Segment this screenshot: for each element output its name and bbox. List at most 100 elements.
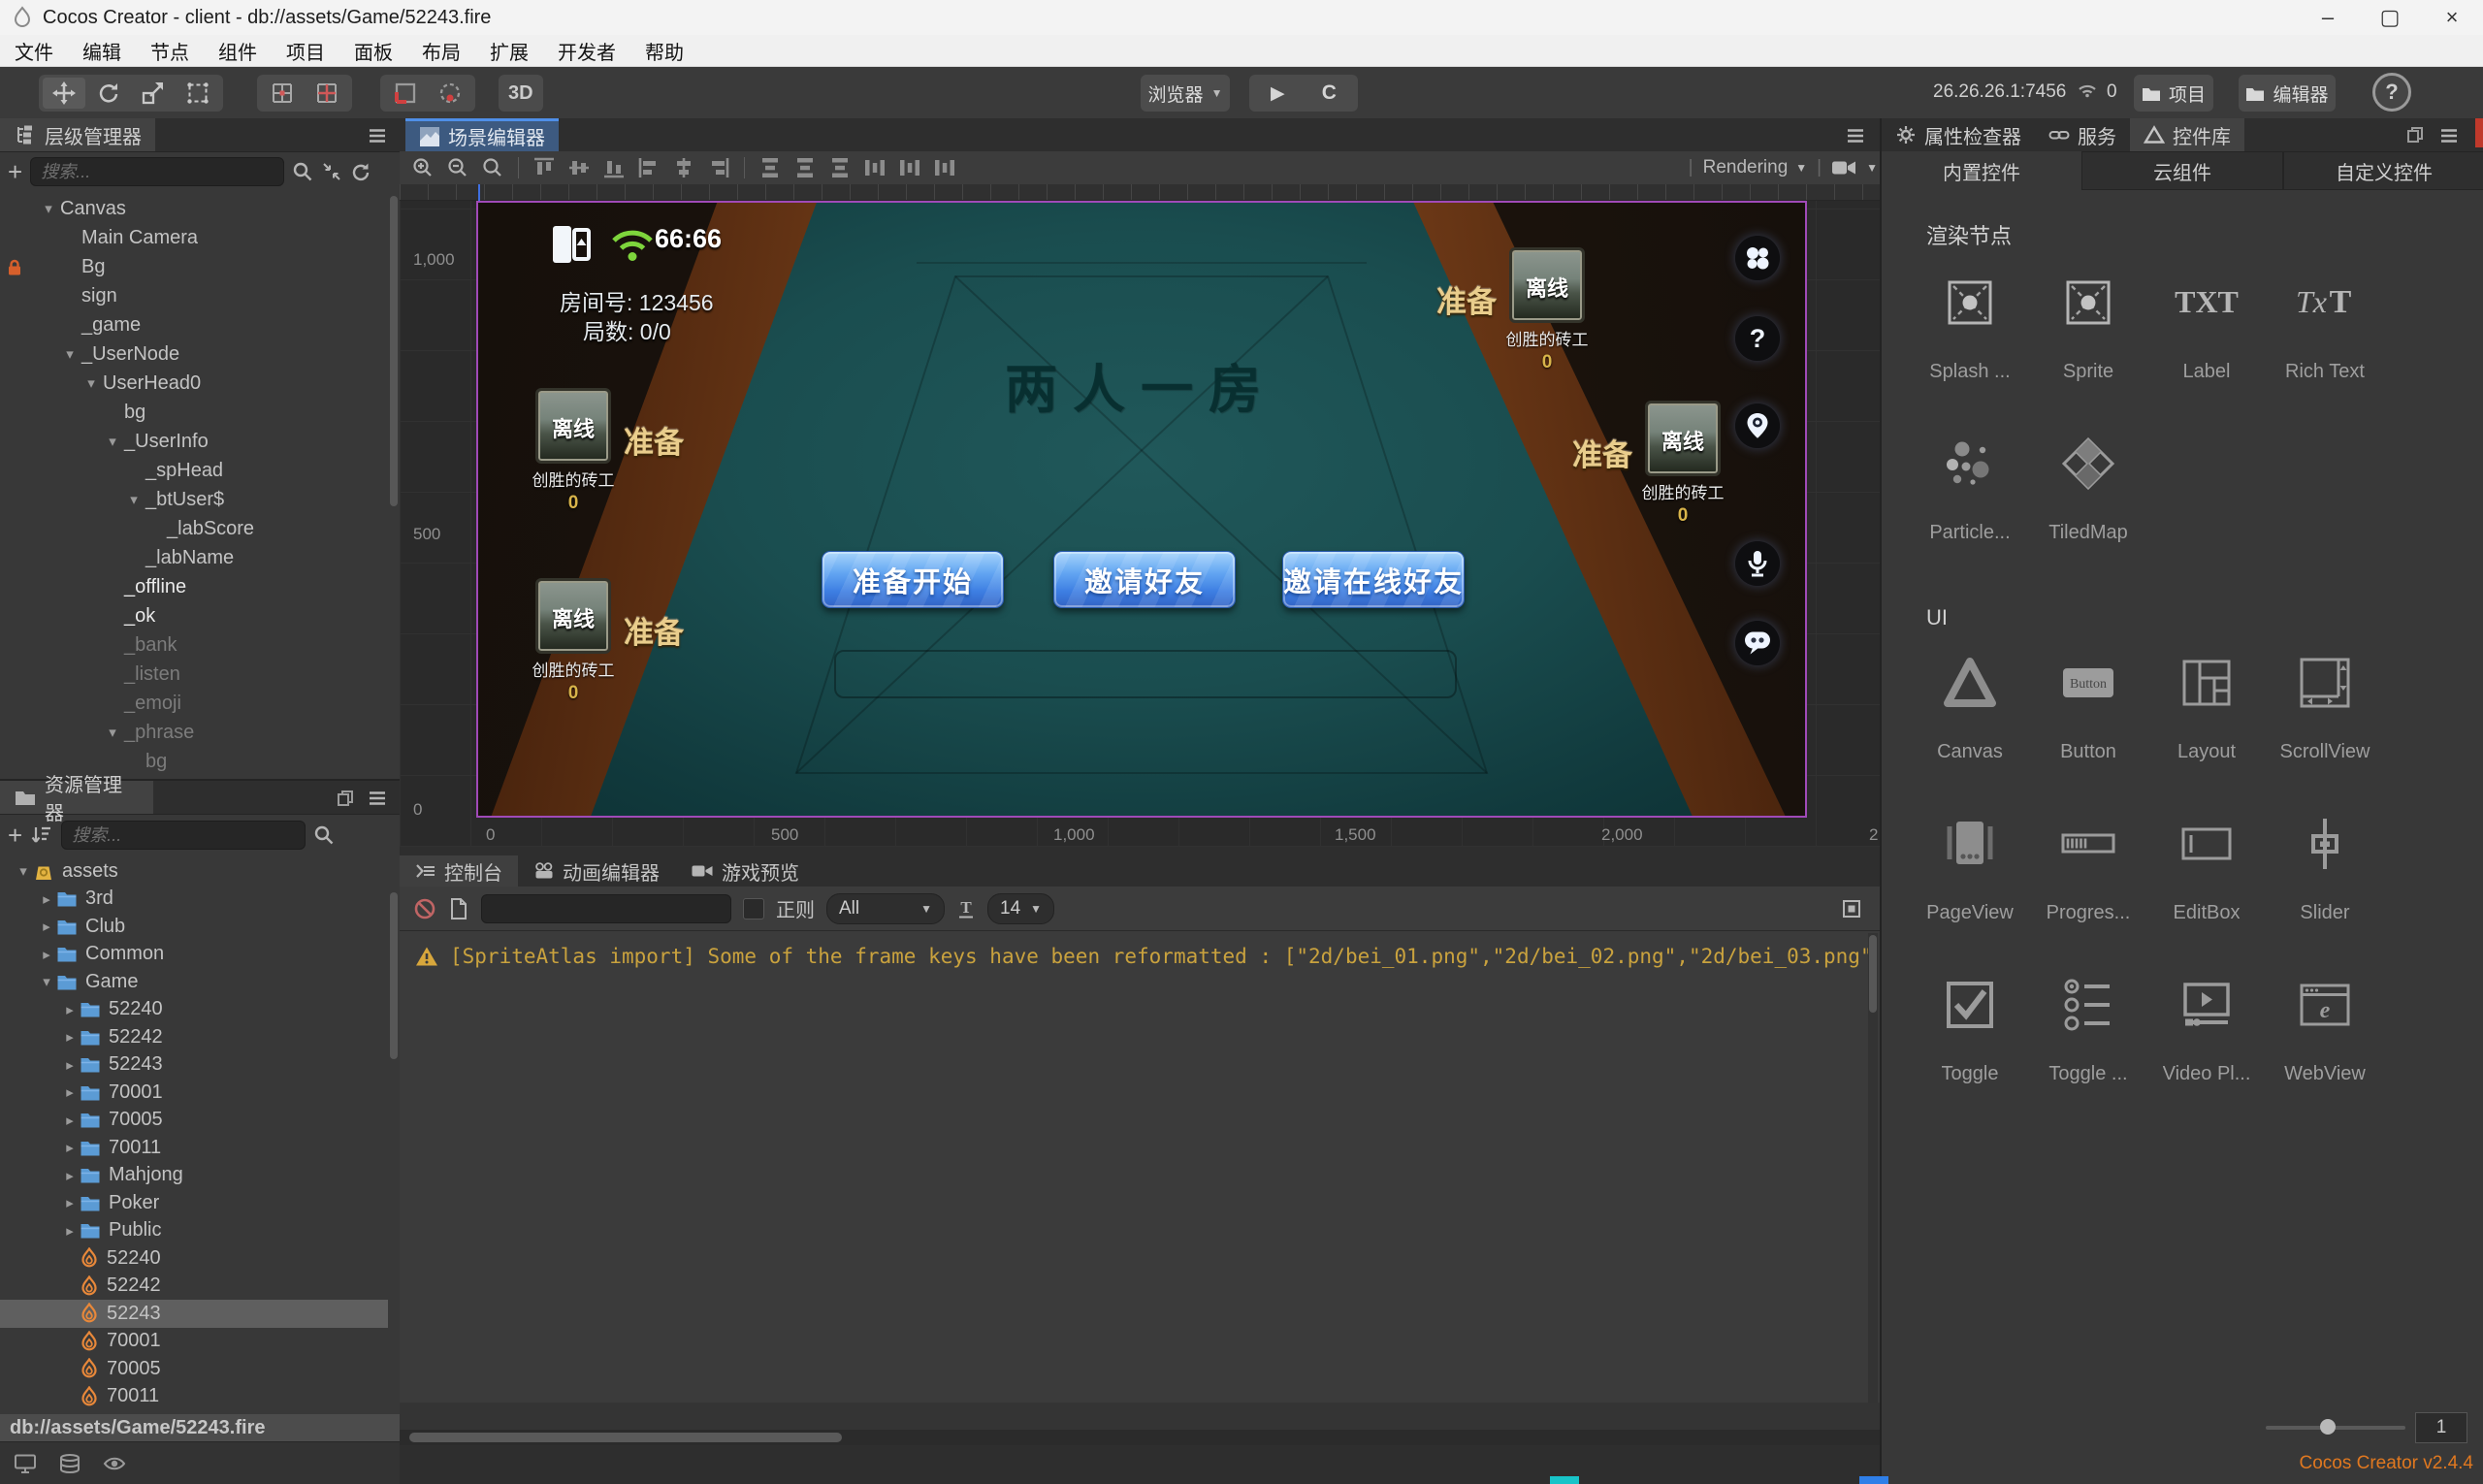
expand-arrow-icon[interactable]: ▾ [124,491,144,508]
tab-hierarchy[interactable]: 层级管理器 [0,118,155,151]
expand-arrow-icon[interactable]: ▾ [103,724,122,741]
microphone-icon[interactable] [1735,541,1780,586]
tab-assets[interactable]: 资源管理器 [0,781,153,814]
asset-item-52242[interactable]: ▸52242 [0,1023,388,1051]
hierarchy-node-_emoji[interactable]: _emoji [0,689,388,718]
anchor-mode-button[interactable] [306,78,348,109]
asset-item-70011[interactable]: 70011 [0,1383,388,1411]
icon-size-slider[interactable] [2266,1426,2405,1430]
open-log-icon[interactable] [448,897,469,920]
clear-console-icon[interactable] [413,897,436,920]
widget-webview[interactable]: eWebView [2266,956,2384,1117]
scene-viewport[interactable]: 使用鼠标右键平移视窗焦点，使用滚轮缩放视图 05001,0001,5002,00… [400,184,1880,847]
panel-clone-icon[interactable] [2405,125,2425,146]
cache-icon[interactable] [58,1453,81,1474]
game-menu-icon[interactable] [1735,236,1780,280]
global-gizmo-button[interactable] [429,78,471,109]
expand-arrow-icon[interactable]: ▾ [60,345,80,363]
move-tool-button[interactable] [43,78,85,109]
hierarchy-node-bg[interactable]: bg [0,398,388,427]
widget-layout[interactable]: Layout [2147,634,2266,795]
asset-item-52243[interactable]: ▸52243 [0,1051,388,1080]
expand-arrow-icon[interactable]: ▸ [37,890,56,908]
player-avatar[interactable]: 离线 [538,581,608,651]
menu-item-6[interactable]: 面板 [339,35,407,66]
widget-toggle[interactable]: Toggle [1911,956,2029,1117]
console-scrollbar[interactable] [1868,933,1878,1403]
asset-item-52240[interactable]: ▸52240 [0,996,388,1024]
maximize-button[interactable]: ▢ [2359,0,2421,35]
refresh-icon[interactable] [350,161,371,182]
widget-particle[interactable]: Particle... [1911,415,2029,576]
align-middle-icon[interactable] [564,155,595,180]
help-button[interactable]: ? [2372,73,2411,112]
chevron-down-icon[interactable]: ▼ [1866,161,1878,175]
hierarchy-node-_labScore[interactable]: _labScore [0,514,388,543]
expand-arrow-icon[interactable]: ▸ [60,1083,80,1101]
widget-richtext[interactable]: TxTRich Text [2266,254,2384,415]
assets-clone-icon[interactable] [336,789,355,808]
visibility-icon[interactable] [103,1454,126,1473]
expand-arrow-icon[interactable]: ▾ [103,433,122,450]
expand-arrow-icon[interactable]: ▸ [60,1167,80,1184]
tab-services[interactable]: 服务 [2035,118,2130,151]
preview-target-dropdown[interactable]: 浏览器▼ [1141,75,1230,112]
asset-item-70011[interactable]: ▸70011 [0,1134,388,1162]
hierarchy-node-_spHead[interactable]: _spHead [0,456,388,485]
device-icon[interactable] [14,1453,37,1474]
hierarchy-node-_offline[interactable]: _offline [0,572,388,601]
expand-arrow-icon[interactable]: ▾ [39,200,58,217]
asset-item-70005[interactable]: ▸70005 [0,1107,388,1135]
hierarchy-node-Bg[interactable]: Bg [0,252,388,281]
console-warning-row[interactable]: [SpriteAtlas import] Some of the frame k… [400,931,1880,968]
hierarchy-node-_listen[interactable]: _listen [0,660,388,689]
asset-item-52240[interactable]: 52240 [0,1244,388,1273]
widget-progres[interactable]: Progres... [2029,795,2147,956]
expand-arrow-icon[interactable]: ▸ [60,1112,80,1129]
widget-scrollview[interactable]: ScrollView [2266,634,2384,795]
open-project-button[interactable]: 项目 [2134,75,2213,112]
widget-sprite[interactable]: Sprite [2029,254,2147,415]
horizontal-scrollbar[interactable] [400,1430,1880,1445]
asset-item-52242[interactable]: 52242 [0,1273,388,1301]
asset-item-Club[interactable]: ▸Club [0,913,388,941]
expand-arrow-icon[interactable]: ▸ [60,1222,80,1240]
asset-item-Common[interactable]: ▸Common [0,941,388,969]
ready-start-button[interactable]: 准备开始 [822,551,1004,608]
asset-item-Game[interactable]: ▾Game [0,968,388,996]
asset-item-52243[interactable]: 52243 [0,1300,388,1328]
chat-icon[interactable] [1735,621,1780,665]
menu-item-2[interactable]: 编辑 [68,35,136,66]
hierarchy-node-sign[interactable]: sign [0,281,388,310]
expand-arrow-icon[interactable]: ▸ [60,1001,80,1018]
expand-arrow-icon[interactable]: ▾ [81,374,101,392]
console-detach-icon[interactable] [1841,898,1862,919]
scale-tool-button[interactable] [132,78,175,109]
scene-panel-menu-icon[interactable] [1845,125,1866,146]
rendering-mode-dropdown[interactable]: Rendering▼ [1703,157,1808,178]
widget-tiledmap[interactable]: TiledMap [2029,415,2147,576]
menu-item-7[interactable]: 布局 [407,35,475,66]
player-avatar[interactable]: 离线 [538,391,608,461]
asset-item-Public[interactable]: ▸Public [0,1217,388,1245]
player-avatar[interactable]: 离线 [1512,250,1582,320]
widget-editbox[interactable]: EditBox [2147,795,2266,956]
subtab-builtin[interactable]: 内置控件 [1882,151,2081,190]
distribute-center-icon[interactable] [894,155,925,180]
expand-arrow-icon[interactable]: ▸ [60,1139,80,1156]
align-center-icon[interactable] [668,155,699,180]
assets-search-input[interactable] [61,821,306,850]
hierarchy-node-_bank[interactable]: _bank [0,630,388,660]
widget-canvas[interactable]: Canvas [1911,634,2029,795]
asset-item-70001[interactable]: 70001 [0,1328,388,1356]
distribute-left-icon[interactable] [859,155,890,180]
add-node-button[interactable]: + [8,157,22,187]
hierarchy-node-_ok[interactable]: _ok [0,601,388,630]
widget-toggle[interactable]: Toggle ... [2029,956,2147,1117]
widget-pageview[interactable]: PageView [1911,795,2029,956]
hierarchy-node-_UserNode[interactable]: ▾_UserNode [0,339,388,369]
invite-online-friend-button[interactable]: 邀请在线好友 [1282,551,1465,608]
locate-node-icon[interactable] [321,161,342,182]
widget-slider[interactable]: Slider [2266,795,2384,956]
subtab-cloud[interactable]: 云组件 [2081,151,2283,190]
